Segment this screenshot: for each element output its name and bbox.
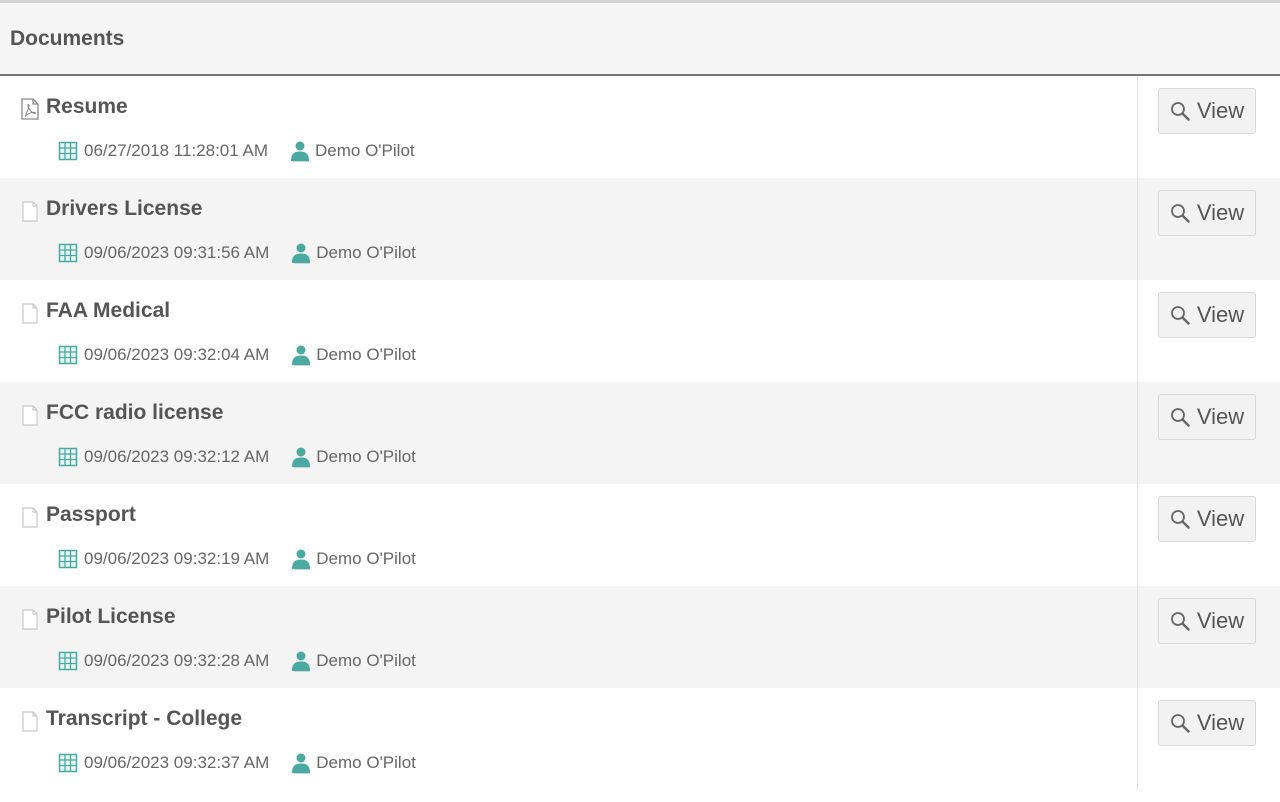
document-title[interactable]: Pilot License <box>46 605 176 629</box>
document-timestamp: 06/27/2018 11:28:01 AM <box>84 141 269 160</box>
document-meta: 09/06/2023 09:32:28 AM Demo O'Pilot <box>58 650 416 672</box>
document-title[interactable]: Resume <box>46 95 128 119</box>
document-timestamp: 09/06/2023 09:31:56 AM <box>84 243 270 262</box>
search-icon <box>1170 714 1190 733</box>
pdf-file-icon <box>20 98 40 120</box>
document-row: Resume 06/27/2018 11:28:01 AM Demo O'Pil… <box>0 76 1280 178</box>
calendar-icon <box>58 447 78 467</box>
document-owner: Demo O'Pilot <box>316 447 416 466</box>
document-actions: View <box>1138 280 1280 382</box>
user-icon <box>292 753 311 774</box>
document-title[interactable]: FAA Medical <box>46 299 170 323</box>
document-info: Transcript - College 09/06/2023 09:32:37… <box>0 688 1138 790</box>
user-icon <box>292 345 311 366</box>
calendar-icon <box>58 141 78 161</box>
calendar-icon <box>58 753 78 773</box>
view-button[interactable]: View <box>1158 496 1256 542</box>
view-button-label: View <box>1196 506 1245 531</box>
document-actions: View <box>1138 382 1280 484</box>
document-row: Drivers License 09/06/2023 09:31:56 AM D… <box>0 178 1280 280</box>
user-icon <box>292 243 311 264</box>
calendar-icon <box>58 345 78 365</box>
document-owner: Demo O'Pilot <box>316 651 416 670</box>
documents-panel: Documents Resume 06/27/2018 11:28:01 AM <box>0 0 1280 802</box>
document-row: FCC radio license 09/06/2023 09:32:12 AM… <box>0 382 1280 484</box>
view-button[interactable]: View <box>1158 190 1256 236</box>
search-icon <box>1170 102 1190 121</box>
user-icon <box>292 447 311 468</box>
document-info: Resume 06/27/2018 11:28:01 AM Demo O'Pil… <box>0 76 1138 178</box>
document-row: FAA Medical 09/06/2023 09:32:04 AM Demo … <box>0 280 1280 382</box>
document-meta: 09/06/2023 09:32:04 AM Demo O'Pilot <box>58 344 416 366</box>
calendar-icon <box>58 549 78 569</box>
document-actions: View <box>1138 688 1280 790</box>
document-row: Transcript - College 09/06/2023 09:32:37… <box>0 688 1280 790</box>
document-info: FAA Medical 09/06/2023 09:32:04 AM Demo … <box>0 280 1138 382</box>
file-icon <box>20 404 40 426</box>
user-icon <box>291 141 310 162</box>
document-actions: View <box>1138 586 1280 688</box>
document-meta: 09/06/2023 09:32:19 AM Demo O'Pilot <box>58 548 416 570</box>
search-icon <box>1170 204 1190 223</box>
document-title[interactable]: Transcript - College <box>46 707 242 731</box>
file-icon <box>20 506 40 528</box>
file-icon <box>20 200 40 222</box>
user-icon <box>292 549 311 570</box>
search-icon <box>1170 408 1190 427</box>
document-owner: Demo O'Pilot <box>316 345 416 364</box>
document-timestamp: 09/06/2023 09:32:04 AM <box>84 345 270 364</box>
panel-header: Documents <box>0 3 1280 76</box>
view-button-label: View <box>1196 98 1245 123</box>
view-button-label: View <box>1196 302 1245 327</box>
view-button[interactable]: View <box>1158 598 1256 644</box>
calendar-icon <box>58 651 78 671</box>
document-meta: 09/06/2023 09:31:56 AM Demo O'Pilot <box>58 242 416 264</box>
search-icon <box>1170 612 1190 631</box>
document-row: Pilot License 09/06/2023 09:32:28 AM Dem… <box>0 586 1280 688</box>
document-title[interactable]: Drivers License <box>46 197 202 221</box>
document-list: Resume 06/27/2018 11:28:01 AM Demo O'Pil… <box>0 76 1280 790</box>
document-owner: Demo O'Pilot <box>316 243 416 262</box>
document-owner: Demo O'Pilot <box>316 549 416 568</box>
calendar-icon <box>58 243 78 263</box>
view-button-label: View <box>1196 710 1245 735</box>
document-owner: Demo O'Pilot <box>316 753 416 772</box>
document-info: FCC radio license 09/06/2023 09:32:12 AM… <box>0 382 1138 484</box>
document-meta: 06/27/2018 11:28:01 AM Demo O'Pilot <box>58 140 415 162</box>
document-timestamp: 09/06/2023 09:32:28 AM <box>84 651 270 670</box>
view-button[interactable]: View <box>1158 394 1256 440</box>
document-info: Drivers License 09/06/2023 09:31:56 AM D… <box>0 178 1138 280</box>
document-timestamp: 09/06/2023 09:32:12 AM <box>84 447 270 466</box>
document-meta: 09/06/2023 09:32:37 AM Demo O'Pilot <box>58 752 416 774</box>
search-icon <box>1170 510 1190 529</box>
document-title[interactable]: FCC radio license <box>46 401 223 425</box>
view-button[interactable]: View <box>1158 88 1256 134</box>
file-icon <box>20 710 40 732</box>
document-info: Passport 09/06/2023 09:32:19 AM Demo O'P… <box>0 484 1138 586</box>
view-button[interactable]: View <box>1158 292 1256 338</box>
view-button-label: View <box>1196 608 1245 633</box>
panel-title: Documents <box>10 26 125 50</box>
document-row: Passport 09/06/2023 09:32:19 AM Demo O'P… <box>0 484 1280 586</box>
document-info: Pilot License 09/06/2023 09:32:28 AM Dem… <box>0 586 1138 688</box>
document-timestamp: 09/06/2023 09:32:37 AM <box>84 753 270 772</box>
view-button-label: View <box>1196 200 1245 225</box>
document-owner: Demo O'Pilot <box>315 141 415 160</box>
search-icon <box>1170 306 1190 325</box>
document-timestamp: 09/06/2023 09:32:19 AM <box>84 549 270 568</box>
document-title[interactable]: Passport <box>46 503 136 527</box>
document-meta: 09/06/2023 09:32:12 AM Demo O'Pilot <box>58 446 416 468</box>
view-button[interactable]: View <box>1158 700 1256 746</box>
view-button-label: View <box>1196 404 1245 429</box>
document-actions: View <box>1138 76 1280 178</box>
document-actions: View <box>1138 178 1280 280</box>
user-icon <box>292 651 311 672</box>
file-icon <box>20 608 40 630</box>
file-icon <box>20 302 40 324</box>
document-actions: View <box>1138 484 1280 586</box>
